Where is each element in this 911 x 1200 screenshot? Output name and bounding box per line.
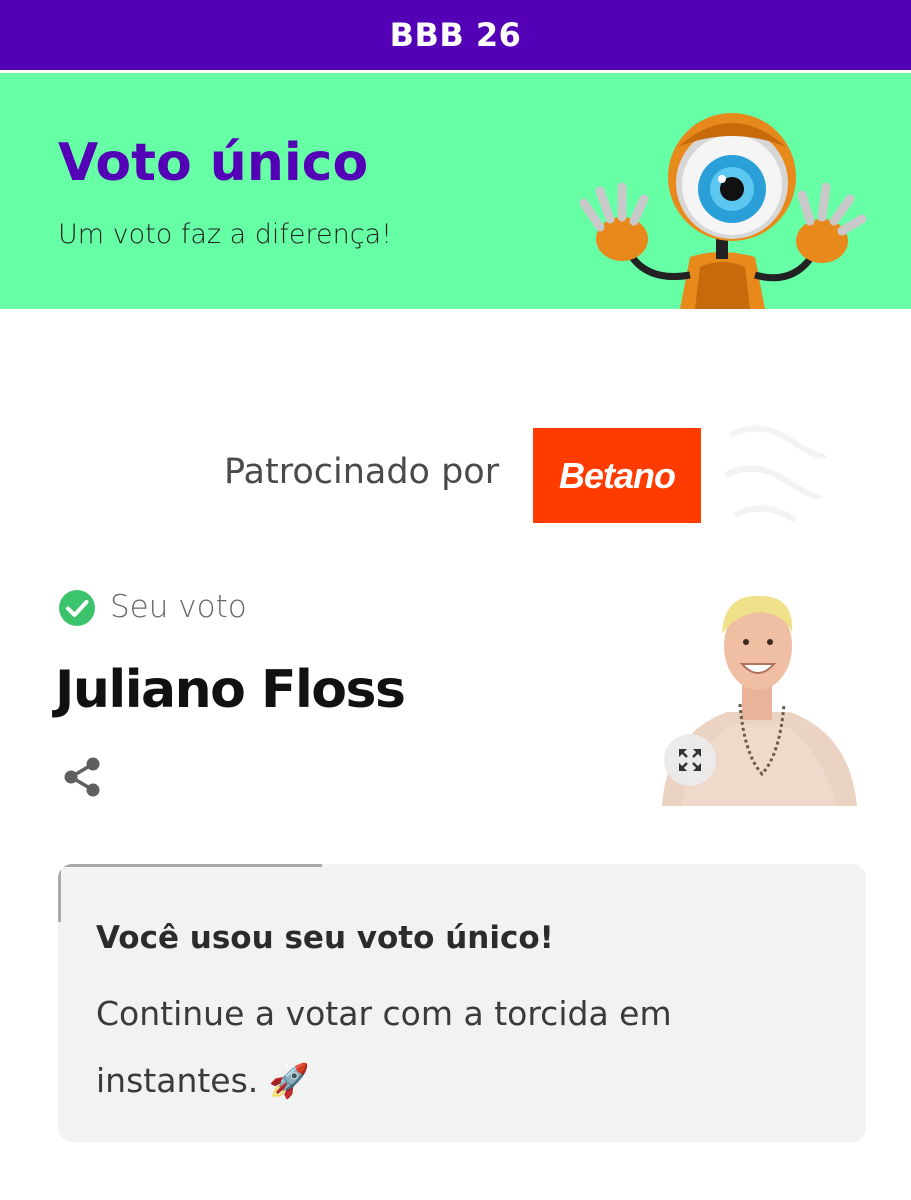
notice-progress-edge [58, 864, 61, 922]
top-bar: BBB 26 [0, 0, 911, 70]
expand-icon [679, 749, 701, 771]
banner-title: Voto único [58, 133, 369, 193]
app-title: BBB 26 [389, 16, 522, 54]
notice-progress-bar [58, 864, 322, 867]
expand-photo-button[interactable] [664, 734, 716, 786]
check-circle-icon [59, 590, 95, 626]
share-icon[interactable] [62, 756, 102, 798]
decorative-pattern-icon [723, 425, 828, 523]
vote-used-notice: Você usou seu voto único! Continue a vot… [58, 864, 866, 1142]
voting-banner: Voto único Um voto faz a diferença! [0, 73, 911, 309]
sponsor-logo[interactable]: Betano [533, 428, 701, 523]
sponsor-label: Patrocinado por [224, 452, 500, 492]
vote-status-label: Seu voto [110, 589, 247, 625]
candidate-name: Juliano Floss [55, 660, 406, 720]
notice-title: Você usou seu voto único! [96, 920, 554, 956]
notice-body: Continue a votar com a torcida em instan… [96, 994, 672, 1100]
sponsor-brand: Betano [558, 454, 676, 496]
banner-subtitle: Um voto faz a diferença! [58, 219, 392, 250]
mascot-eye-robot-icon [579, 113, 867, 309]
